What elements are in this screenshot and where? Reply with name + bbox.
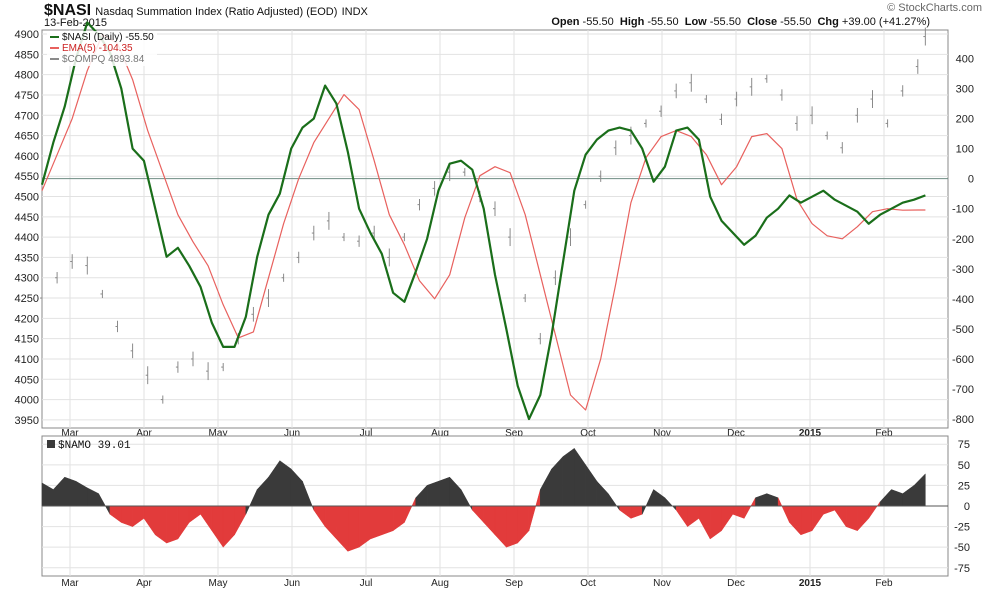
y-left-tick-label: 4200	[15, 313, 39, 325]
legend-compq-text: $COMPQ 4893.84	[62, 54, 145, 65]
legend-ema-swatch	[50, 47, 59, 50]
y-right-tick-label: -100	[952, 204, 974, 216]
y-left-tick-label: 3950	[15, 415, 39, 427]
lower-y-tick-label: -25	[954, 522, 970, 534]
lower-y-tick-label: 0	[964, 501, 970, 513]
chart-canvas[interactable]: 3950400040504100415042004250430043504400…	[0, 0, 990, 591]
y-left-tick-label: 4500	[15, 192, 39, 204]
namo-legend[interactable]: $NAMO 39.01	[47, 439, 131, 452]
lower-y-tick-label: -75	[954, 563, 970, 575]
y-left-tick-label: 4300	[15, 273, 39, 285]
y-right-tick-label: 400	[956, 54, 974, 66]
y-right-tick-label: -600	[952, 354, 974, 366]
namo-area-segment	[426, 480, 439, 507]
legend-ema-text: EMA(5) -104.35	[62, 43, 133, 54]
y-left-tick-label: 4800	[15, 70, 39, 82]
y-right-tick-label: -500	[952, 324, 974, 336]
lower-y-tick-label: 75	[958, 439, 970, 451]
lower-x-tick-label: Sep	[505, 578, 523, 589]
namo-panel: 75 50 25 0 -25 -50 -75 Mar Apr May Jun Jul Aug Sep Oct…	[41, 435, 970, 589]
namo-legend-text: $NAMO 39.01	[58, 440, 131, 452]
lower-x-tick-label: 2015	[799, 578, 822, 589]
y-left-tick-label: 4400	[15, 232, 39, 244]
legend-ema[interactable]: EMA(5) -104.35	[50, 43, 154, 54]
y-left-tick-label: 4150	[15, 334, 39, 346]
namo-area-segment	[845, 505, 858, 532]
lower-x-tick-label: Jul	[360, 578, 373, 589]
lower-y-tick-label: 50	[958, 460, 970, 472]
y-left-tick-label: 4100	[15, 354, 39, 366]
lower-x-tick-label: Mar	[61, 578, 79, 589]
y-left-tick-label: 4350	[15, 252, 39, 264]
namo-area-segment	[381, 505, 394, 536]
y-right-tick-label: 100	[956, 144, 974, 156]
y-left-tick-label: 4000	[15, 395, 39, 407]
legend-nasi-swatch	[50, 36, 59, 39]
namo-area-segment	[347, 505, 360, 552]
lower-x-tick-label: Nov	[653, 578, 671, 589]
namo-area-segment	[800, 505, 813, 536]
y-right-tick-label: 200	[956, 114, 974, 126]
lower-y-tick-label: 25	[958, 480, 970, 492]
main-price-panel: 3950400040504100415042004250430043504400…	[15, 21, 974, 439]
lower-x-tick-label: Jun	[284, 578, 300, 589]
lower-x-tick-label: Aug	[431, 578, 449, 589]
legend-box: $NASI (Daily) -55.50 EMA(5) -104.35 $COM…	[47, 31, 157, 66]
y-left-tick-label: 4850	[15, 49, 39, 61]
legend-nasi[interactable]: $NASI (Daily) -55.50	[50, 32, 154, 43]
y-left-tick-label: 4550	[15, 171, 39, 183]
y-right-tick-label: -700	[952, 384, 974, 396]
y-right-tick-label: -300	[952, 264, 974, 276]
y-right-tick-label: -400	[952, 294, 974, 306]
lower-x-tick-label: Apr	[136, 578, 152, 589]
y-left-tick-label: 4750	[15, 90, 39, 102]
y-left-tick-label: 4900	[15, 29, 39, 41]
lower-y-tick-label: -50	[954, 542, 970, 554]
lower-x-tick-label: May	[209, 578, 228, 589]
y-left-tick-label: 4700	[15, 110, 39, 122]
lower-x-tick-label: Feb	[875, 578, 893, 589]
namo-area-segment	[166, 505, 179, 544]
legend-compq[interactable]: $COMPQ 4893.84	[50, 54, 154, 65]
y-right-tick-label: -200	[952, 234, 974, 246]
y-right-tick-label: 0	[968, 174, 974, 186]
y-left-tick-label: 4600	[15, 151, 39, 163]
lower-x-tick-label: Oct	[580, 578, 596, 589]
y-left-tick-label: 4250	[15, 293, 39, 305]
lower-x-tick-label: Dec	[727, 578, 745, 589]
namo-area-segment	[506, 505, 518, 548]
legend-nasi-text: $NASI (Daily) -55.50	[62, 32, 154, 43]
legend-compq-swatch	[50, 58, 59, 61]
namo-area-segment	[438, 476, 450, 507]
y-right-tick-label: -800	[952, 414, 974, 426]
y-left-tick-label: 4050	[15, 374, 39, 386]
namo-area-segment	[279, 460, 292, 507]
namo-area-segment	[370, 505, 382, 540]
namo-area-segment	[64, 476, 77, 507]
namo-legend-swatch	[47, 440, 55, 448]
y-right-tick-label: 300	[956, 84, 974, 96]
y-left-tick-label: 4650	[15, 131, 39, 143]
namo-area-segment	[562, 447, 575, 507]
y-left-tick-label: 4450	[15, 212, 39, 224]
